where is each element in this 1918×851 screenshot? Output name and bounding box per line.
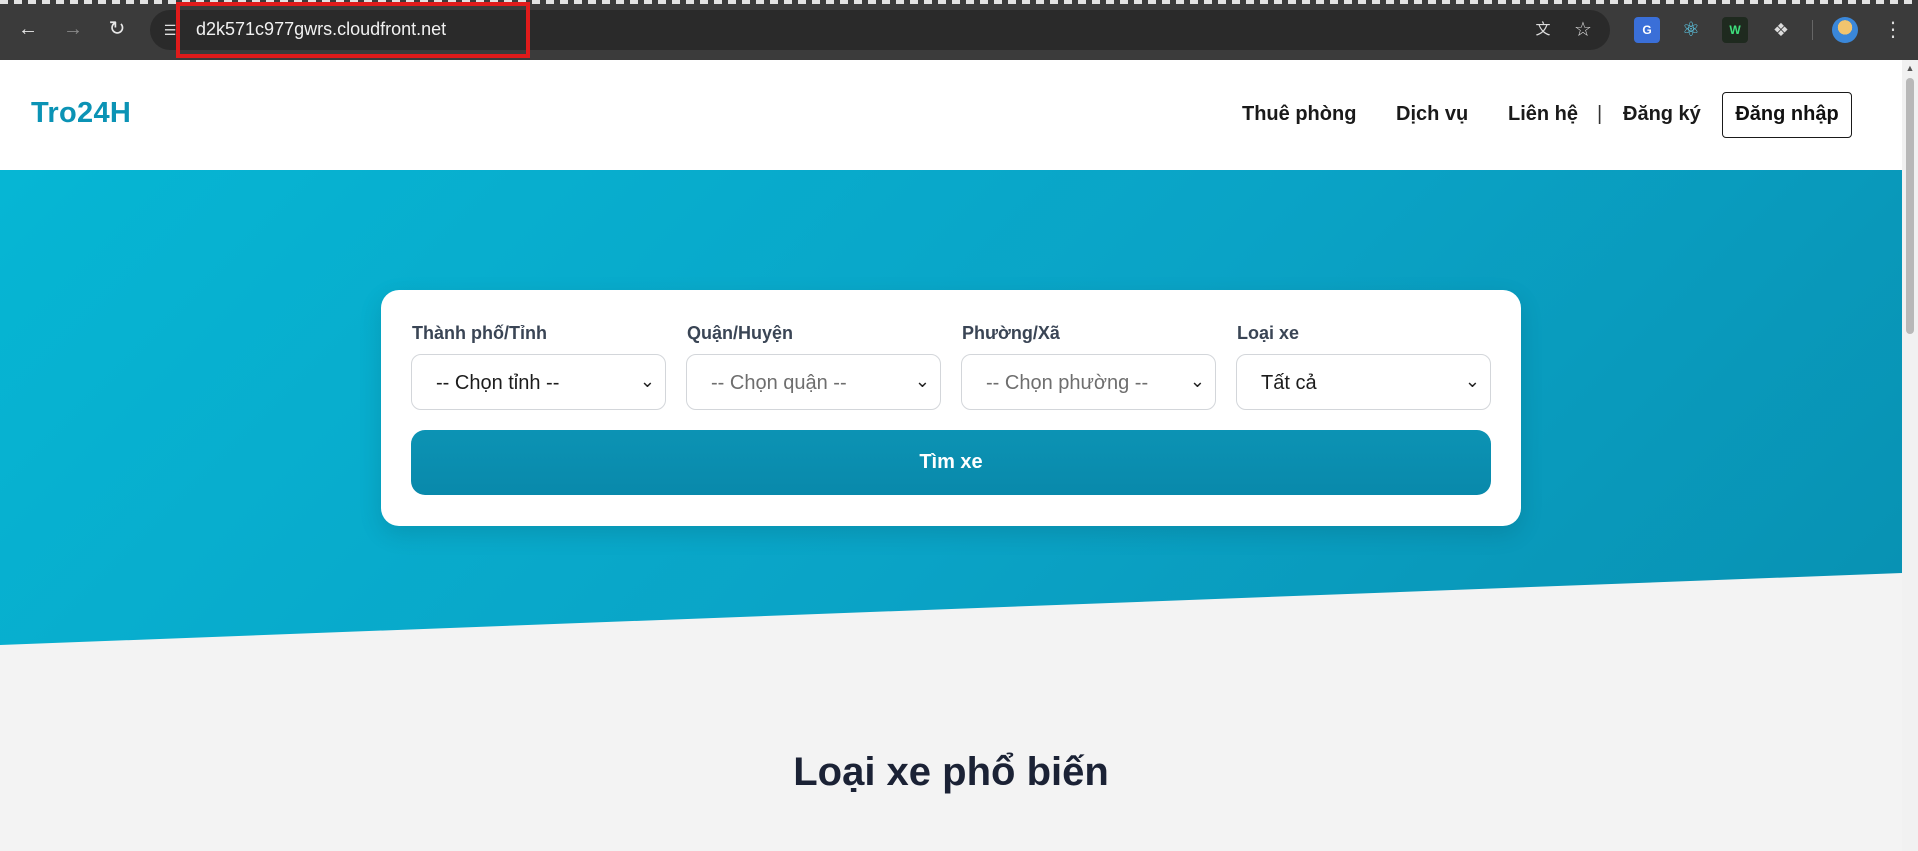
- url-text[interactable]: d2k571c977gwrs.cloudfront.net: [196, 19, 446, 40]
- back-icon[interactable]: ←: [15, 16, 41, 42]
- district-select-value: -- Chọn quận --: [711, 372, 847, 394]
- nav-separator: |: [1597, 103, 1603, 125]
- popular-vehicles-title: Loại xe phổ biến: [793, 750, 1109, 794]
- react-devtools-icon[interactable]: ⚛: [1678, 17, 1704, 43]
- ward-select-value: -- Chọn phường --: [986, 372, 1149, 394]
- chevron-down-icon: ⌄: [639, 371, 655, 391]
- more-menu-icon[interactable]: ⋮: [1880, 17, 1906, 43]
- ward-select[interactable]: -- Chọn phường -- ⌄: [961, 354, 1216, 410]
- province-select-value: -- Chọn tỉnh --: [436, 372, 560, 394]
- star-icon[interactable]: ☆: [1570, 17, 1596, 43]
- reload-icon[interactable]: ↻: [104, 16, 130, 42]
- district-label: Quận/Huyện: [687, 323, 794, 343]
- ward-label: Phường/Xã: [962, 323, 1060, 343]
- nav-thue-phong[interactable]: Thuê phòng: [1242, 103, 1356, 126]
- forward-icon[interactable]: →: [60, 16, 86, 42]
- site-logo[interactable]: Tro24H: [31, 97, 131, 130]
- register-link[interactable]: Đăng ký: [1623, 103, 1701, 126]
- site-header: [0, 60, 1902, 170]
- wappalyzer-icon[interactable]: W: [1722, 17, 1748, 43]
- extensions-puzzle-icon[interactable]: ❖: [1768, 17, 1794, 43]
- province-label: Thành phố/Tỉnh: [412, 323, 547, 343]
- vehicle-type-label: Loại xe: [1237, 323, 1300, 343]
- nav-lien-he[interactable]: Liên hệ: [1508, 103, 1578, 126]
- chevron-down-icon: ⌄: [1464, 371, 1480, 391]
- chevron-down-icon: ⌄: [914, 371, 930, 391]
- search-button[interactable]: Tìm xe: [411, 430, 1491, 495]
- district-select[interactable]: -- Chọn quận -- ⌄: [686, 354, 941, 410]
- login-button[interactable]: Đăng nhập: [1722, 92, 1852, 138]
- profile-avatar[interactable]: [1832, 17, 1858, 43]
- chevron-down-icon: ⌄: [1189, 371, 1205, 391]
- vehicle-type-select-value: Tất cả: [1261, 372, 1317, 394]
- nav-dich-vu[interactable]: Dịch vụ: [1396, 103, 1468, 126]
- scroll-up-arrow-icon[interactable]: ▲: [1905, 63, 1915, 73]
- scrollbar-thumb[interactable]: [1906, 78, 1914, 334]
- google-translate-extension-icon[interactable]: G: [1634, 17, 1660, 43]
- vehicle-type-select[interactable]: Tất cả ⌄: [1236, 354, 1491, 410]
- translate-icon[interactable]: 文: [1530, 17, 1556, 43]
- toolbar-divider: [1812, 20, 1813, 40]
- province-select[interactable]: -- Chọn tỉnh -- ⌄: [411, 354, 666, 410]
